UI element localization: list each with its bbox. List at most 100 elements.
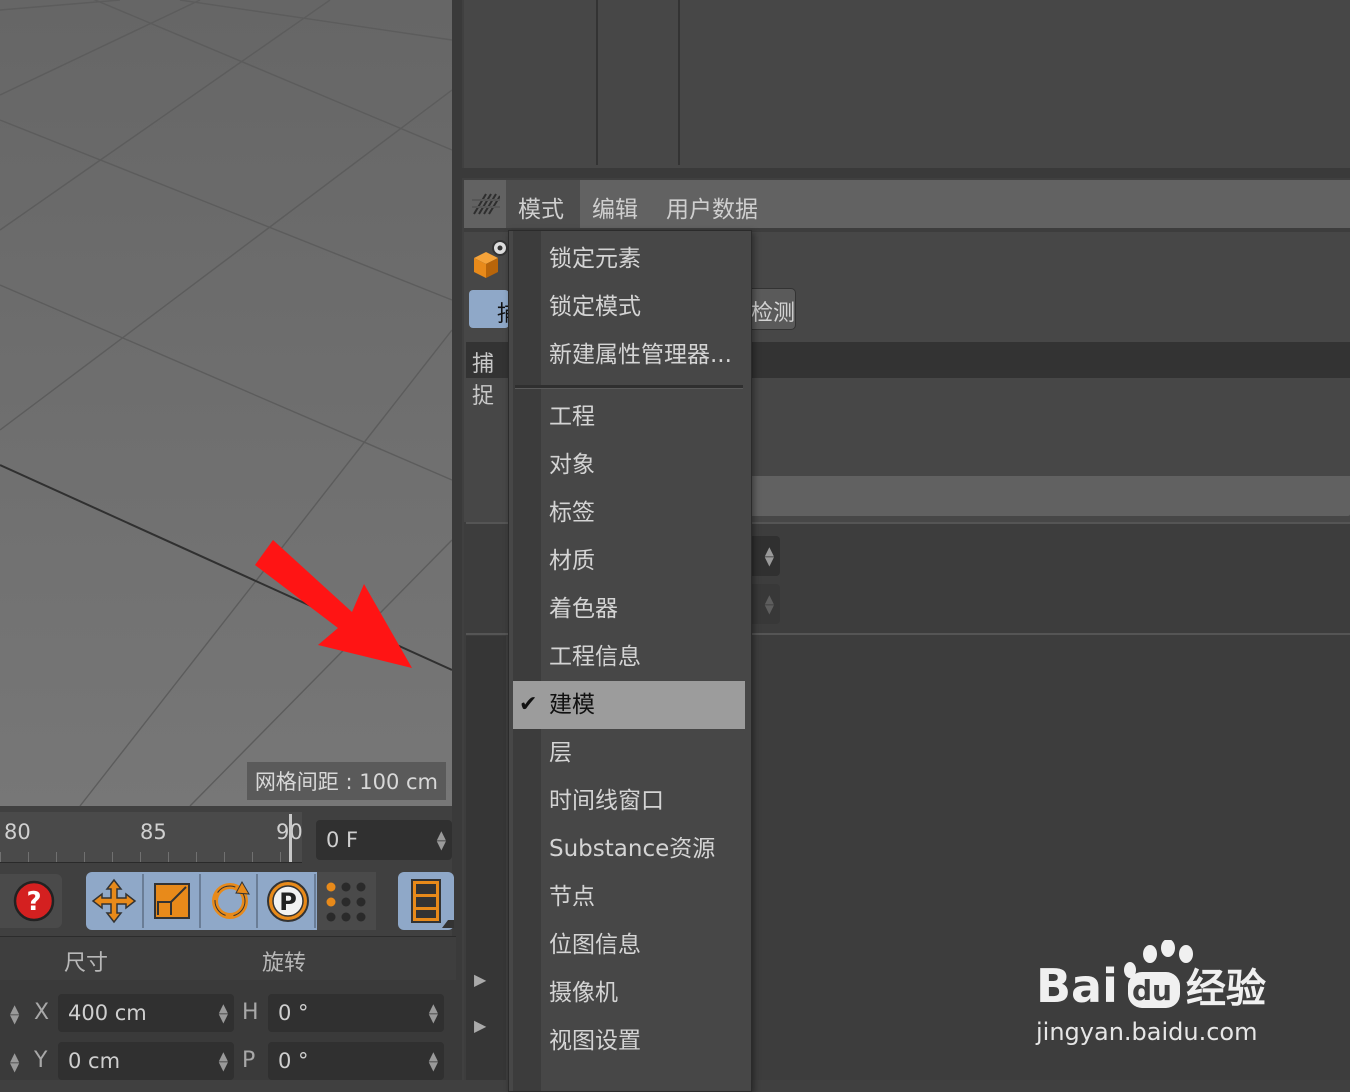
menu-item-material[interactable]: 材质 <box>513 539 745 583</box>
menu-item-label: 锁定模式 <box>549 294 641 320</box>
rotation-h-value: 0 ° <box>278 1001 309 1025</box>
timeline-tick: 80 <box>4 820 31 844</box>
menu-item-label: 标签 <box>549 500 595 526</box>
section-strip-left: 捕捉 <box>466 342 510 409</box>
scale-tool-icon[interactable] <box>154 883 190 919</box>
menu-item-label: 时间线窗口 <box>549 788 664 814</box>
menu-item-label: 材质 <box>549 548 595 574</box>
spinner-arrows-icon[interactable]: ▲ ▼ <box>765 545 774 567</box>
baidu-paw-logo: Bai du 经验 <box>1036 939 1266 1013</box>
menu-item-substance-assets[interactable]: Substance资源 <box>513 827 745 871</box>
section-strip <box>750 342 1350 378</box>
menu-item-tag[interactable]: 标签 <box>513 491 745 535</box>
attribute-left-column <box>466 636 506 1080</box>
snap-tab-active[interactable]: 捕 <box>469 290 519 328</box>
detect-tab-label: 检测 <box>751 301 796 326</box>
group-bar[interactable] <box>750 476 1350 516</box>
menu-item-bitmap-info[interactable]: 位图信息 <box>513 923 745 967</box>
size-y-value: 0 cm <box>68 1049 121 1073</box>
menu-item-modeling[interactable]: ✔ 建模 <box>513 681 745 729</box>
panel-grip-icon[interactable] <box>472 192 500 216</box>
spinner-arrows-icon[interactable]: ▲ ▼ <box>429 1002 438 1024</box>
menu-item-layer[interactable]: 层 <box>513 731 745 775</box>
rotation-p-field[interactable]: 0 ° ▲ ▼ <box>268 1042 444 1080</box>
timeline-tick: 85 <box>140 820 167 844</box>
transform-tool-group: P <box>86 872 376 930</box>
expand-arrow-icon[interactable]: ▶ <box>474 970 486 989</box>
object-manager-panel[interactable] <box>464 0 1350 168</box>
expand-arrow-icon[interactable]: ▶ <box>474 1016 486 1035</box>
spinner-arrows-icon[interactable]: ▲ ▼ <box>10 1051 19 1073</box>
svg-text:P: P <box>279 888 297 916</box>
menu-item-project[interactable]: 工程 <box>513 395 745 439</box>
spinner-arrows-icon[interactable]: ▲ ▼ <box>437 829 446 851</box>
watermark-du: du <box>1132 974 1172 1007</box>
rotation-column-title: 旋转 <box>262 951 307 976</box>
watermark-bai: Bai <box>1036 959 1118 1013</box>
menu-item-object[interactable]: 对象 <box>513 443 745 487</box>
menu-edit[interactable]: 编辑 <box>592 190 638 224</box>
menu-mode[interactable]: 模式 <box>518 190 564 224</box>
menu-user-data[interactable]: 用户数据 <box>666 190 758 224</box>
snap-section-label: 捕捉 <box>472 352 495 409</box>
timeline-ruler[interactable]: 80 85 90 <box>0 812 303 863</box>
column-divider[interactable] <box>596 0 598 165</box>
menu-item-camera[interactable]: 摄像机 <box>513 971 745 1015</box>
baidu-jingyan-watermark: Bai du 经验 <box>1036 939 1286 1020</box>
move-tool-icon[interactable] <box>91 878 137 924</box>
help-tool-box: ? <box>0 874 62 928</box>
menu-item-label: 新建属性管理器... <box>549 342 732 368</box>
spinner-arrows-icon[interactable]: ▲ ▼ <box>219 1002 228 1024</box>
size-column-title: 尺寸 <box>64 951 109 976</box>
menu-item-label: 层 <box>549 740 572 766</box>
menu-item-label: 工程信息 <box>549 644 641 670</box>
current-frame-value: 0 F <box>326 828 359 852</box>
timeline-playhead[interactable] <box>289 814 292 862</box>
menu-item-new-attribute-manager[interactable]: 新建属性管理器... <box>513 333 745 377</box>
menu-item-label: 视图设置 <box>549 1028 641 1054</box>
axis-label-x: X <box>34 1000 50 1025</box>
svg-text:?: ? <box>26 887 41 917</box>
menu-item-nodes[interactable]: 节点 <box>513 875 745 919</box>
menu-separator <box>515 385 743 389</box>
size-x-value: 400 cm <box>68 1001 147 1025</box>
dots-grid-icon[interactable] <box>317 872 376 930</box>
rotation-h-field[interactable]: 0 ° ▲ ▼ <box>268 994 444 1032</box>
menu-item-lock-element[interactable]: 锁定元素 <box>513 237 745 281</box>
help-icon[interactable]: ? <box>0 874 62 928</box>
panel-separator[interactable] <box>462 168 1350 178</box>
menu-item-timeline-window[interactable]: 时间线窗口 <box>513 779 745 823</box>
spinner-arrows-icon[interactable]: ▲ ▼ <box>10 1003 19 1025</box>
column-divider[interactable] <box>678 0 680 165</box>
spinner-arrows-icon: ▲ ▼ <box>764 592 774 616</box>
render-film-button[interactable] <box>398 872 454 930</box>
timeline-ticks <box>0 852 302 862</box>
watermark-url: jingyan.baidu.com <box>1036 1018 1258 1046</box>
3d-viewport[interactable]: 网格间距 : 100 cm <box>0 0 452 806</box>
menu-item-project-info[interactable]: 工程信息 <box>513 635 745 679</box>
parametric-tool-icon[interactable]: P <box>267 880 309 922</box>
size-y-field[interactable]: 0 cm ▲ ▼ <box>58 1042 234 1080</box>
menu-item-shader[interactable]: 着色器 <box>513 587 745 631</box>
spinner-arrows-icon[interactable]: ▲ ▼ <box>219 1050 228 1072</box>
menu-item-label: 锁定元素 <box>549 246 641 272</box>
film-strip-icon <box>411 879 454 928</box>
size-x-field[interactable]: 400 cm ▲ ▼ <box>58 994 234 1032</box>
menu-item-view-settings[interactable]: 视图设置 <box>513 1019 745 1063</box>
menu-item-label: 工程 <box>549 404 595 430</box>
menu-item-lock-mode[interactable]: 锁定模式 <box>513 285 745 329</box>
axis-label-p: P <box>242 1048 256 1073</box>
current-frame-field[interactable]: 0 F ▲ ▼ <box>316 820 452 860</box>
menu-item-label: Substance资源 <box>549 836 716 862</box>
snap-object-icon <box>474 240 508 278</box>
coordinates-header: 尺寸 旋转 <box>0 936 456 981</box>
mode-dropdown-menu: 锁定元素 锁定模式 新建属性管理器... 工程 对象 标签 材质 着色器 工程信… <box>508 230 752 1092</box>
rotation-p-value: 0 ° <box>278 1049 309 1073</box>
watermark-jingyan: 经验 <box>1186 966 1266 1012</box>
menu-item-label: 对象 <box>549 452 595 478</box>
viewport-grid <box>0 0 452 806</box>
spinner-arrows-icon[interactable]: ▲ ▼ <box>429 1050 438 1072</box>
axis-label-h: H <box>242 1000 259 1025</box>
menu-item-label: 节点 <box>549 884 595 910</box>
rotate-tool-icon[interactable] <box>212 880 250 919</box>
